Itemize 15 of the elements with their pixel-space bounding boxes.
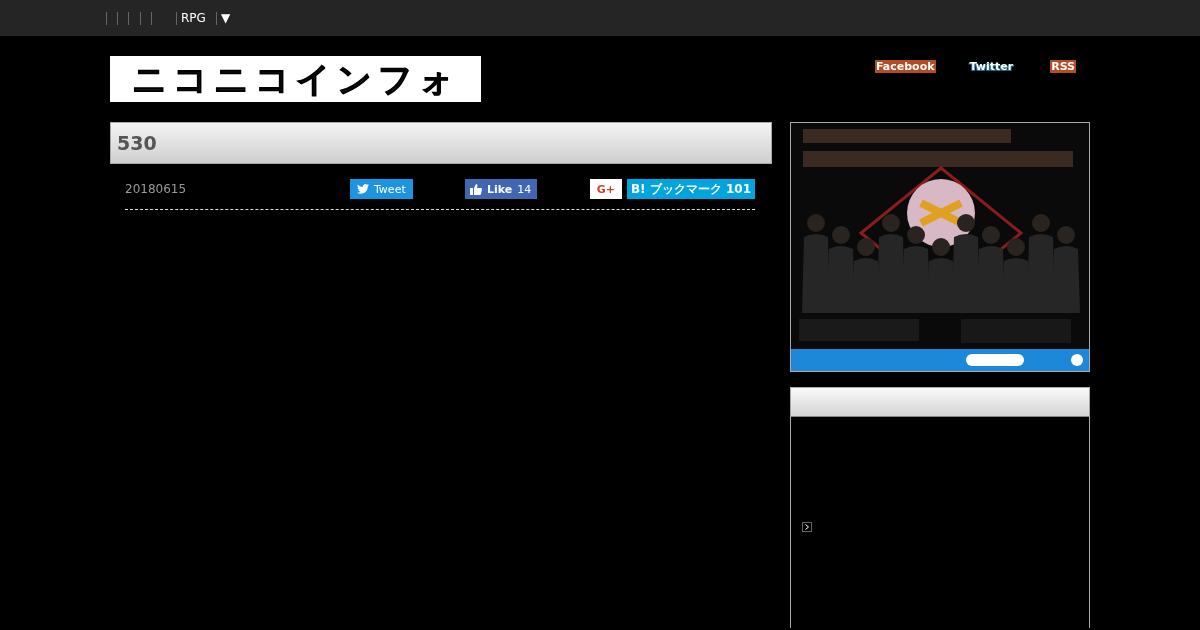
thumbs-up-icon — [469, 183, 482, 195]
site-logo[interactable]: ニコニコインフォ — [110, 56, 481, 102]
dropdown-toggle[interactable]: ▼ — [220, 11, 231, 25]
bird-icon — [356, 184, 369, 194]
google-plus-button[interactable]: G+ — [589, 179, 622, 199]
tweet-button[interactable]: Tweet — [349, 179, 413, 199]
post-date: 20180615 — [125, 182, 187, 196]
social-link[interactable]: RSS — [1050, 60, 1076, 73]
broken-image-icon — [802, 522, 812, 532]
nav-link[interactable]: RPG — [181, 11, 206, 25]
bookmark-button[interactable]: B! ブックマーク 101 — [626, 179, 755, 199]
article-title: 530 — [117, 132, 157, 154]
social-link[interactable]: Facebook — [874, 60, 936, 73]
social-link[interactable]: Twitter — [968, 60, 1015, 73]
like-button[interactable]: Like 14 — [464, 179, 537, 199]
